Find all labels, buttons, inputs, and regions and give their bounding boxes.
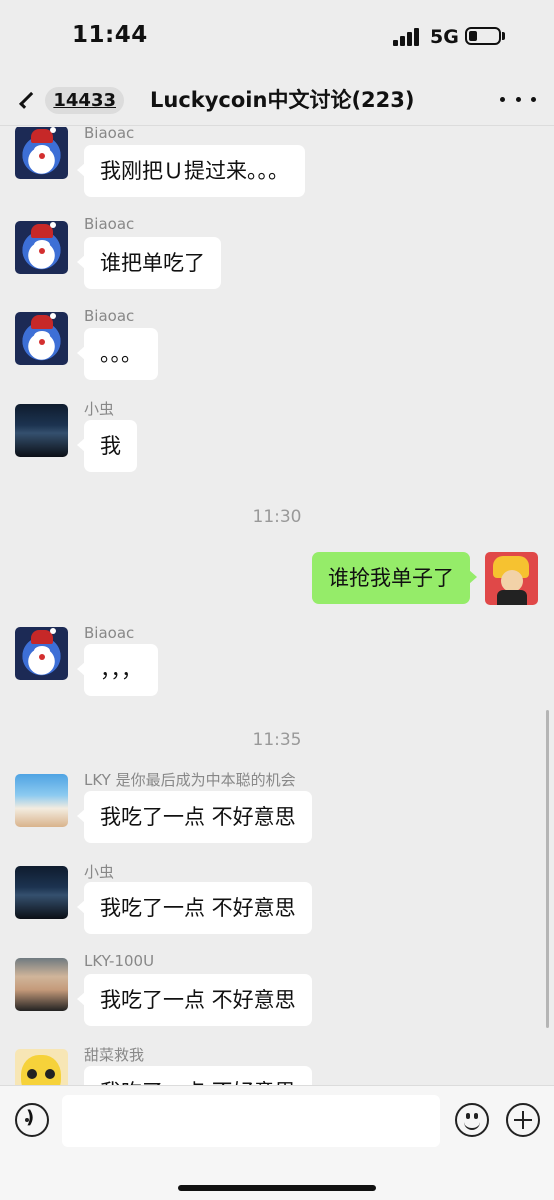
doraemon-avatar[interactable] [15,312,68,365]
battery-icon [465,27,501,45]
sender-name: 甜菜救我 [84,1046,145,1064]
pikachu-avatar[interactable] [15,1049,68,1085]
doraemon-avatar[interactable] [15,221,68,274]
message-input[interactable] [62,1095,440,1147]
chat-title: Luckycoin中文讨论(223) [150,88,415,112]
message-bubble-mine[interactable]: 谁抢我单子了 [312,552,477,604]
plus-icon[interactable] [506,1103,540,1137]
sender-name: LKY 是你最后成为中本聪的机会 [84,771,296,789]
beach-avatar[interactable] [15,774,68,827]
sender-name: Biaoac [84,624,135,642]
person-avatar[interactable] [15,958,68,1011]
chat-header: 14433 Luckycoin中文讨论(223) [0,76,554,126]
home-indicator[interactable] [178,1185,376,1191]
more-options-button[interactable] [500,84,536,114]
naruto-avatar[interactable] [485,552,538,605]
doraemon-avatar[interactable] [15,627,68,680]
voice-input-icon[interactable] [15,1103,49,1137]
sender-name: LKY-100U [84,952,155,970]
scrollbar[interactable] [546,710,549,1028]
input-bar [0,1085,554,1200]
message-list[interactable]: Biaoac 我刚把Ｕ提过来。。。 Biaoac 谁把单吃了 Biaoac 。。… [0,127,554,1085]
message-bubble[interactable]: 谁把单吃了 [77,237,221,289]
message-bubble[interactable]: 我 [77,420,137,472]
sender-name: 小虫 [84,863,115,881]
timestamp: 11:35 [252,730,302,750]
battery-cap [502,32,505,40]
status-bar: 11:44 5G [0,0,554,76]
message-bubble[interactable]: 我刚把Ｕ提过来。。。 [77,145,305,197]
emoji-icon[interactable] [455,1103,489,1137]
night-scene-avatar[interactable] [15,866,68,919]
unread-count-badge: 14433 [45,86,124,114]
timestamp: 11:30 [252,507,302,527]
sender-name: 小虫 [84,400,115,418]
signal-icon [393,28,423,46]
back-button[interactable]: 14433 [14,82,124,118]
message-bubble[interactable]: 我吃了一点 不好意思 [77,882,312,934]
network-type: 5G [430,26,459,48]
message-bubble[interactable]: 我吃了一点 不好意思 [77,974,312,1026]
sender-name: Biaoac [84,307,135,325]
message-bubble[interactable]: 我吃了一点 不好意思 [77,791,312,843]
message-bubble[interactable]: ，，， [77,644,158,696]
message-bubble[interactable]: 。。。 [77,328,158,380]
sender-name: Biaoac [84,127,135,142]
sender-name: Biaoac [84,215,135,233]
message-bubble[interactable]: 我吃了一点 不好意思 [77,1066,312,1085]
night-scene-avatar[interactable] [15,404,68,457]
doraemon-avatar[interactable] [15,127,68,179]
status-time: 11:44 [72,22,148,48]
chevron-left-icon [19,91,37,109]
